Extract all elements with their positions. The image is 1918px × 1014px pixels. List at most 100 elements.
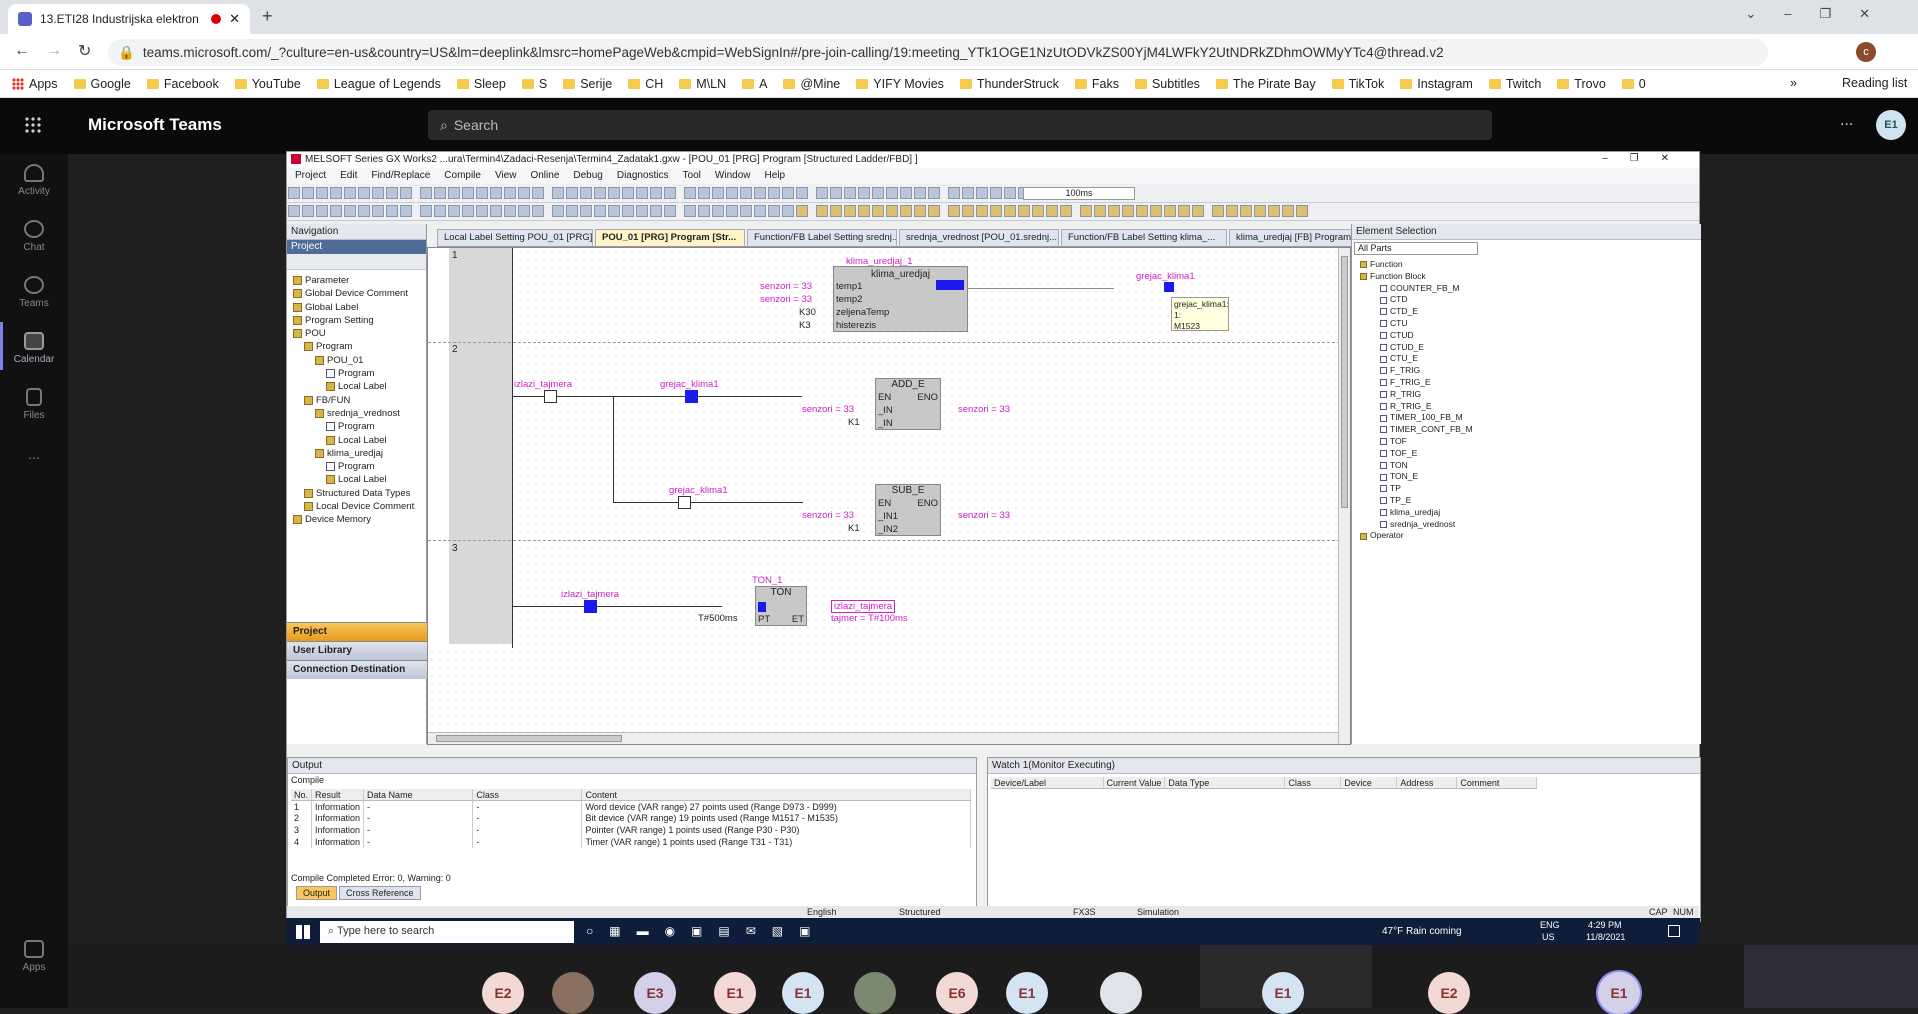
toolbar-button[interactable]: [962, 205, 974, 217]
tree-item[interactable]: klima_uredjaj: [289, 447, 424, 460]
taskbar-apps[interactable]: ○▦▬◉▣▤✉▧▣: [586, 924, 826, 938]
element-item[interactable]: CTD: [1356, 294, 1697, 306]
toolbar-button[interactable]: [754, 205, 766, 217]
menu-online[interactable]: Online: [530, 170, 559, 181]
toolbar-button[interactable]: [622, 187, 634, 199]
toolbar-button[interactable]: [1046, 205, 1058, 217]
toolbar-button[interactable]: [608, 205, 620, 217]
toolbar-button[interactable]: [462, 187, 474, 199]
toolbar-button[interactable]: [782, 205, 794, 217]
toolbar-button[interactable]: [1254, 205, 1266, 217]
toolbar-button[interactable]: [844, 205, 856, 217]
tree-item[interactable]: srednja_vrednost: [289, 407, 424, 420]
nav-button-2[interactable]: Connection Destination: [287, 660, 427, 679]
editor-tab-5[interactable]: klima_uredjaj [FB] Program [Stru...: [1229, 229, 1369, 246]
toolbar-button[interactable]: [872, 187, 884, 199]
toolbar-button[interactable]: [858, 187, 870, 199]
element-item[interactable]: TP: [1356, 483, 1697, 495]
bookmark-21[interactable]: 0: [1621, 77, 1646, 91]
toolbar-button[interactable]: [420, 205, 432, 217]
toolbar-button[interactable]: [386, 205, 398, 217]
toolbar-button[interactable]: [796, 187, 808, 199]
bookmark-9[interactable]: M\LN: [679, 77, 726, 91]
toolbar-button[interactable]: [664, 205, 676, 217]
forward-icon[interactable]: →: [46, 42, 62, 60]
reload-icon[interactable]: ↻: [78, 41, 91, 61]
element-item[interactable]: klima_uredjaj: [1356, 507, 1697, 519]
app-window-controls[interactable]: –❐✕: [1602, 153, 1691, 164]
toolbar-button[interactable]: [948, 205, 960, 217]
rail-teams[interactable]: Teams: [0, 276, 68, 309]
element-item[interactable]: Function Block: [1356, 271, 1697, 283]
rail-more[interactable]: ...: [0, 446, 68, 462]
menu-help[interactable]: Help: [764, 170, 785, 181]
toolbar-button[interactable]: [490, 187, 502, 199]
menu-diagnostics[interactable]: Diagnostics: [617, 170, 669, 181]
table-row[interactable]: 1 Information - - Word device (VAR range) 27…: [291, 800, 971, 813]
bookmark-13[interactable]: ThunderStruck: [959, 77, 1059, 91]
tree-item[interactable]: Program Setting: [289, 314, 424, 327]
toolbar-button[interactable]: [754, 187, 766, 199]
toolbar-button[interactable]: [400, 205, 412, 217]
element-item[interactable]: Function: [1356, 259, 1697, 271]
element-item[interactable]: TON: [1356, 460, 1697, 472]
taskbar-search-box[interactable]: ⌕ Type here to search: [320, 921, 574, 943]
windows-start-icon[interactable]: [296, 925, 310, 939]
toolbar-button[interactable]: [1178, 205, 1190, 217]
toolbar-button[interactable]: [330, 205, 342, 217]
table-row[interactable]: 2 Information - - Bit device (VAR range) 19 …: [291, 812, 971, 825]
bookmark-2[interactable]: Facebook: [146, 77, 219, 91]
horizontal-scrollbar[interactable]: [428, 732, 1350, 744]
toolbar-button[interactable]: [768, 205, 780, 217]
bookmark-5[interactable]: Sleep: [456, 77, 506, 91]
fb-ton[interactable]: TON PT ET: [755, 586, 807, 626]
toolbar-button[interactable]: [1032, 205, 1044, 217]
editor-tab-4[interactable]: Function/FB Label Setting klima_...: [1061, 229, 1227, 246]
toolbar-button[interactable]: [650, 205, 662, 217]
toolbar-button[interactable]: [914, 205, 926, 217]
element-item[interactable]: srednja_vrednost: [1356, 519, 1697, 531]
tree-item[interactable]: POU: [289, 327, 424, 340]
fb-sub-e[interactable]: SUB_E EN ENO _IN1 _IN2: [875, 484, 941, 536]
toolbar-button[interactable]: [490, 205, 502, 217]
toolbar-button[interactable]: [636, 205, 648, 217]
toolbar-button[interactable]: [976, 187, 988, 199]
tree-item[interactable]: Structured Data Types: [289, 487, 424, 500]
scan-time-field[interactable]: 100ms: [1023, 187, 1135, 200]
toolbar-button[interactable]: [712, 187, 724, 199]
toolbar-button[interactable]: [400, 187, 412, 199]
tree-item[interactable]: Global Device Comment: [289, 287, 424, 300]
bookmark-8[interactable]: CH: [628, 77, 663, 91]
teams-search-box[interactable]: ⌕ Search: [428, 110, 1492, 140]
toolbar-button[interactable]: [434, 205, 446, 217]
tree-item[interactable]: FB/FUN: [289, 394, 424, 407]
nc-contact[interactable]: [544, 390, 557, 403]
toolbar-button[interactable]: [532, 205, 544, 217]
menu-project[interactable]: Project: [295, 170, 326, 181]
element-item[interactable]: CTU: [1356, 318, 1697, 330]
bookmark-16[interactable]: The Pirate Bay: [1215, 77, 1316, 91]
toolbar-button[interactable]: [344, 205, 356, 217]
toolbar-button[interactable]: [316, 205, 328, 217]
menu-compile[interactable]: Compile: [444, 170, 481, 181]
app-launcher-icon[interactable]: [24, 116, 42, 134]
menu-edit[interactable]: Edit: [340, 170, 357, 181]
toolbar-button[interactable]: [552, 205, 564, 217]
fb-add-e[interactable]: ADD_E EN ENO _IN _IN: [875, 378, 941, 430]
toolbar-button[interactable]: [698, 187, 710, 199]
back-icon[interactable]: ←: [14, 42, 30, 60]
toolbar-button[interactable]: [712, 205, 724, 217]
toolbar-button[interactable]: [1060, 205, 1072, 217]
toolbar-button[interactable]: [518, 187, 530, 199]
toolbar-button[interactable]: [566, 205, 578, 217]
weather-widget[interactable]: 47°F Rain coming: [1382, 926, 1462, 937]
toolbar-button[interactable]: [1108, 205, 1120, 217]
nav-button-1[interactable]: User Library: [287, 641, 427, 660]
menu-debug[interactable]: Debug: [573, 170, 602, 181]
bookmark-11[interactable]: @Mine: [783, 77, 840, 91]
tree-item[interactable]: Program: [289, 420, 424, 433]
toolbar-button[interactable]: [434, 187, 446, 199]
tree-item[interactable]: Device Memory: [289, 513, 424, 526]
rail-activity[interactable]: Activity: [0, 164, 68, 197]
toolbar-button[interactable]: [740, 205, 752, 217]
